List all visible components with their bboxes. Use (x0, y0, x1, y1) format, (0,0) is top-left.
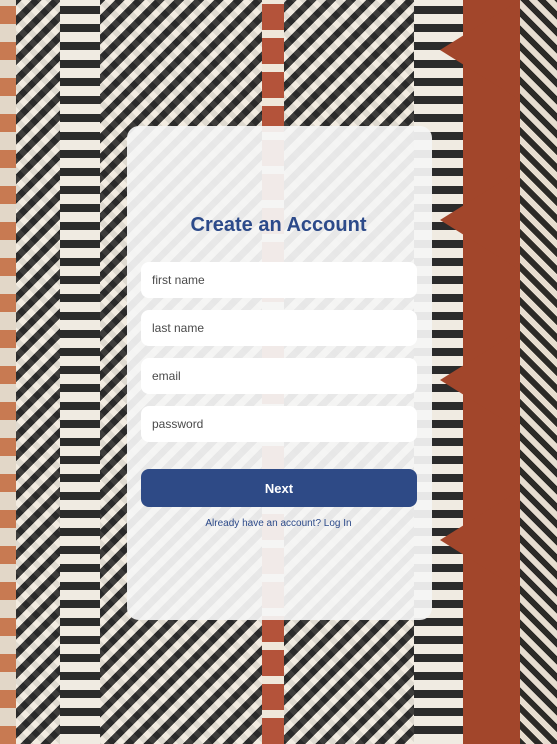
background-red-triangle (440, 330, 520, 430)
last-name-input[interactable] (141, 310, 417, 346)
background-red-triangle (440, 0, 520, 100)
first-name-input[interactable] (141, 262, 417, 298)
background-pattern-column (60, 0, 100, 744)
login-link[interactable]: Already have an account? Log In (0, 518, 557, 529)
next-button[interactable]: Next (141, 469, 417, 507)
email-input[interactable] (141, 358, 417, 394)
form-title: Create an Account (190, 214, 367, 236)
background-left-border (0, 0, 16, 744)
background-red-triangle (440, 490, 520, 590)
password-input[interactable] (141, 406, 417, 442)
background-pattern-column (16, 0, 60, 744)
